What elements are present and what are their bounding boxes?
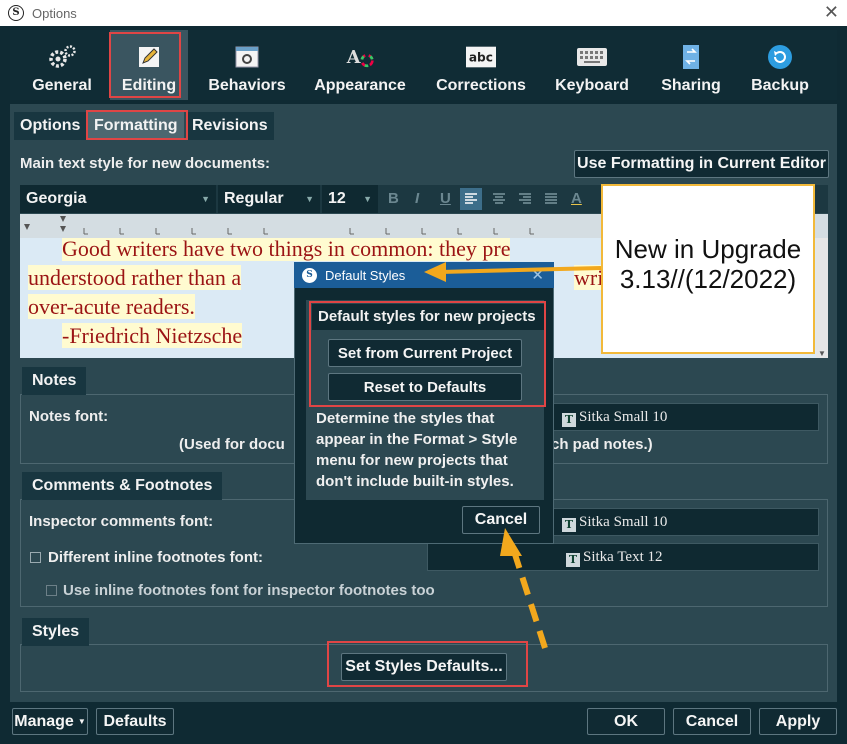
annotation-arrows <box>424 262 602 649</box>
arrow-to-dialog-head <box>424 262 446 282</box>
arrow-to-cancel-head <box>500 528 522 556</box>
arrow-to-dialog <box>439 266 602 274</box>
arrow-to-cancel <box>509 544 548 649</box>
